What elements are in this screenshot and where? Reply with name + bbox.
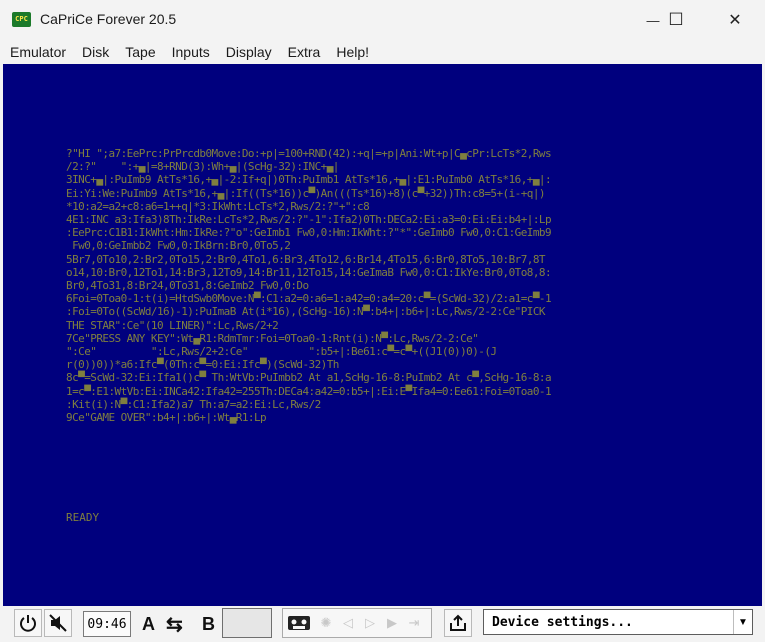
app-icon-text: CPC	[15, 15, 28, 23]
cassette-icon[interactable]	[283, 615, 315, 631]
menu-extra[interactable]: Extra	[280, 40, 329, 64]
tape-record-icon[interactable]: ✺	[315, 615, 337, 631]
app-icon[interactable]: CPC	[12, 12, 31, 27]
menu-display[interactable]: Display	[218, 40, 280, 64]
close-button[interactable]: ✕	[712, 0, 758, 40]
device-settings-label: Device settings...	[492, 614, 633, 630]
menu-bar: Emulator Disk Tape Inputs Display Extra …	[0, 40, 765, 64]
maximize-icon: ☐	[668, 10, 684, 29]
window-title: CaPriCe Forever 20.5	[40, 11, 177, 27]
tape-forward-icon[interactable]: ⇥	[403, 615, 425, 631]
share-upload-icon	[450, 614, 466, 631]
tape-controls: ✺ ◁ ▷ ▶ ⇥	[282, 608, 432, 638]
menu-help[interactable]: Help!	[328, 40, 377, 64]
export-button[interactable]	[444, 609, 472, 637]
swap-drives-icon[interactable]: ⇆	[166, 612, 183, 637]
mute-speaker-icon	[49, 614, 67, 632]
power-icon	[20, 615, 36, 632]
maximize-button[interactable]: ☐	[653, 0, 699, 40]
menu-emulator[interactable]: Emulator	[0, 40, 74, 64]
clock-display: 09:46	[83, 611, 131, 637]
chevron-down-icon[interactable]: ▼	[733, 610, 752, 634]
mute-button[interactable]	[44, 609, 72, 637]
close-icon: ✕	[728, 12, 742, 29]
device-settings-select[interactable]: Device settings... ▼	[483, 609, 753, 635]
title-bar: CPC CaPriCe Forever 20.5 — ☐ ✕	[0, 0, 765, 40]
menu-inputs[interactable]: Inputs	[164, 40, 218, 64]
basic-listing: ?"HI ";a7:EePrc:PrPrcdb0Move:Do:+p|=100+…	[66, 147, 552, 425]
tape-stop-icon[interactable]: ▶	[381, 615, 403, 631]
menu-disk[interactable]: Disk	[74, 40, 117, 64]
emulator-screen[interactable]: ?"HI ";a7:EePrc:PrPrcdb0Move:Do:+p|=100+…	[3, 64, 762, 606]
ready-prompt: READY	[66, 511, 100, 524]
drive-a-label[interactable]: A	[142, 614, 155, 635]
power-button[interactable]	[14, 609, 42, 637]
drive-led-box	[222, 608, 272, 638]
tape-rewind-icon[interactable]: ◁	[337, 615, 359, 631]
drive-b-label[interactable]: B	[202, 614, 215, 635]
tape-play-icon[interactable]: ▷	[359, 615, 381, 631]
menu-tape[interactable]: Tape	[117, 40, 163, 64]
